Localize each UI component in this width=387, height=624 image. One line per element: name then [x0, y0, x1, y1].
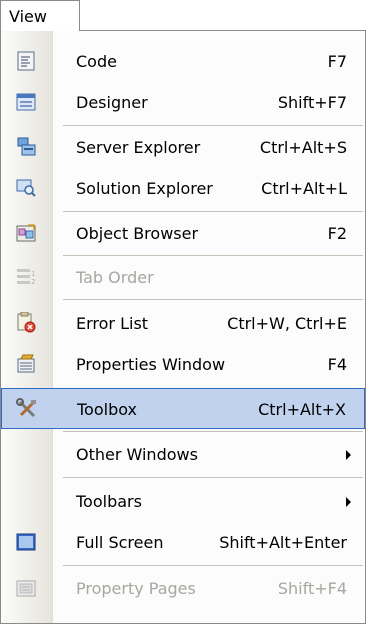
menu-separator: [63, 211, 363, 212]
server-explorer-icon: [17, 137, 36, 156]
menu-item-shortcut: Shift+F7: [277, 93, 347, 112]
tab-order-icon: 1 2: [17, 269, 35, 286]
menu-item-label: Full Screen: [76, 533, 164, 552]
menu-item-label: Error List: [76, 314, 149, 333]
menu-item-full-screen[interactable]: Full Screen Shift+Alt+Enter: [1, 522, 365, 563]
menu-item-shortcut: F2: [327, 224, 347, 243]
menu-item-label: Code: [76, 52, 117, 71]
menu-item-toolbox[interactable]: Toolbox Ctrl+Alt+X: [1, 388, 365, 429]
menu-item-label: Toolbox: [77, 400, 137, 419]
menu-item-shortcut: Ctrl+Alt+L: [261, 179, 347, 198]
menu-item-shortcut: Ctrl+Alt+X: [258, 400, 346, 419]
menu-item-shortcut: Shift+F4: [277, 579, 347, 598]
menu-item-tab-order: 1 2 Tab Order: [1, 257, 365, 298]
menu-item-properties-window[interactable]: Properties Window F4: [1, 344, 365, 385]
properties-window-icon: [17, 354, 35, 373]
menu-separator: [63, 431, 363, 432]
submenu-arrow-icon: [346, 450, 351, 460]
menu-item-shortcut: Shift+Alt+Enter: [219, 533, 347, 552]
menu-item-server-explorer[interactable]: Server Explorer Ctrl+Alt+S: [1, 127, 365, 168]
menu-item-code[interactable]: Code F7: [1, 41, 365, 82]
menu-item-label: Designer: [76, 93, 148, 112]
menu-separator: [63, 299, 363, 300]
submenu-arrow-icon: [346, 497, 351, 507]
menu-item-label: Toolbars: [76, 492, 142, 511]
menu-item-shortcut: F4: [327, 355, 347, 374]
menu-separator: [63, 255, 363, 256]
menu-item-error-list[interactable]: Error List Ctrl+W, Ctrl+E: [1, 303, 365, 344]
menu-item-designer[interactable]: Designer Shift+F7: [1, 82, 365, 123]
menu-item-label: Properties Window: [76, 355, 226, 374]
menu-item-property-pages: Property Pages Shift+F4: [1, 568, 365, 609]
menu-item-label: Object Browser: [76, 224, 199, 243]
svg-text:1: 1: [31, 270, 35, 278]
menu-item-label: Tab Order: [76, 268, 154, 287]
menu-item-object-browser[interactable]: Object Browser F2: [1, 213, 365, 254]
property-pages-icon: [16, 580, 36, 597]
menu-item-other-windows[interactable]: Other Windows: [1, 434, 365, 475]
view-menu-dropdown: Code F7 Designer Shift+F7 Server Explore…: [0, 30, 366, 624]
menu-separator: [63, 125, 363, 126]
full-screen-icon: [16, 533, 36, 551]
menu-item-label: Property Pages: [76, 579, 196, 598]
menu-item-toolbars[interactable]: Toolbars: [1, 481, 365, 522]
menu-separator: [63, 477, 363, 478]
menu-item-shortcut: Ctrl+W, Ctrl+E: [227, 314, 347, 333]
object-browser-icon: [16, 224, 36, 242]
menu-separator: [63, 565, 363, 566]
code-icon: [17, 51, 35, 71]
menu-bar: View: [0, 0, 387, 32]
menu-item-solution-explorer[interactable]: Solution Explorer Ctrl+Alt+L: [1, 168, 365, 209]
svg-text:2: 2: [31, 278, 35, 286]
toolbox-icon: [16, 398, 36, 418]
menu-item-shortcut: Ctrl+Alt+S: [259, 138, 347, 157]
designer-icon: [16, 93, 36, 111]
menu-item-shortcut: F7: [327, 52, 347, 71]
error-list-icon: [17, 312, 36, 333]
solution-explorer-icon: [16, 179, 36, 197]
menu-item-label: Server Explorer: [76, 138, 201, 157]
view-menu-title[interactable]: View: [0, 0, 80, 31]
menu-item-label: Solution Explorer: [76, 179, 213, 198]
menu-item-label: Other Windows: [76, 445, 198, 464]
